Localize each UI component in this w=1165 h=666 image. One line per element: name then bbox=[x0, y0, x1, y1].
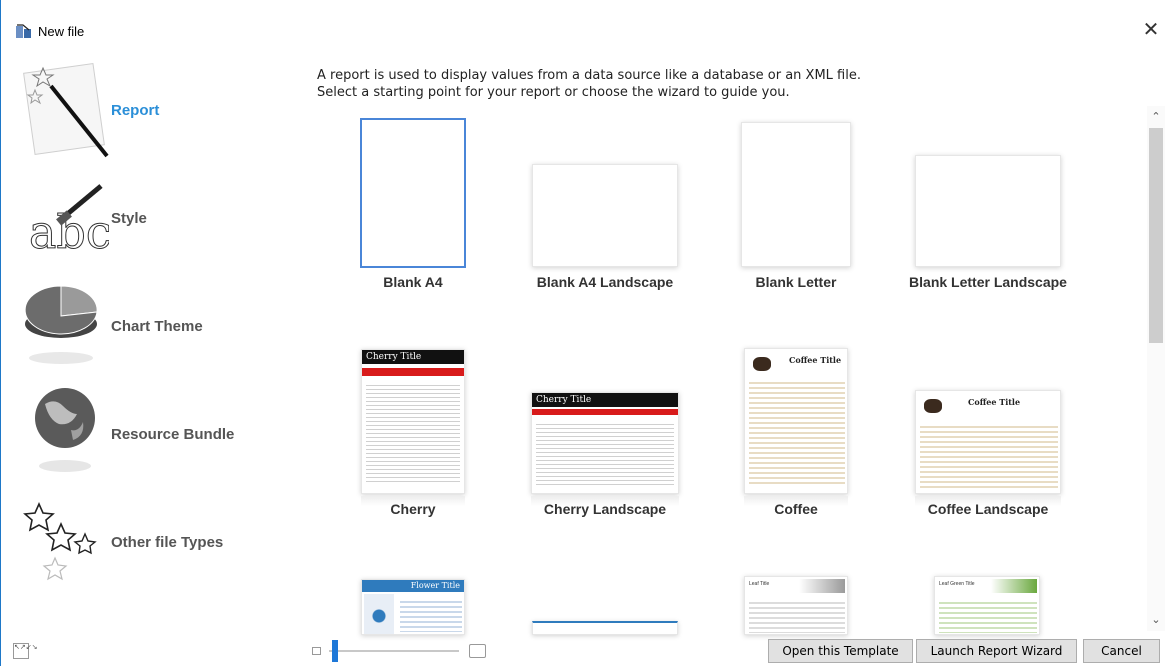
scroll-down-icon[interactable]: ⌄ bbox=[1147, 611, 1165, 629]
globe-icon bbox=[35, 388, 95, 472]
template-thumbnail: Leaf Title bbox=[744, 576, 848, 635]
template-label: Blank Letter Landscape bbox=[909, 274, 1067, 290]
zoom-out-icon[interactable] bbox=[312, 647, 321, 655]
template-thumbnail bbox=[741, 122, 851, 267]
scroll-up-icon[interactable]: ⌃ bbox=[1147, 108, 1165, 126]
thumb-table bbox=[749, 379, 845, 487]
template-label: Blank A4 Landscape bbox=[536, 274, 674, 290]
sidebar-item-report[interactable]: Report bbox=[9, 56, 279, 160]
sidebar-item-label: Resource Bundle bbox=[111, 426, 235, 443]
sidebar-item-label: Chart Theme bbox=[111, 318, 203, 335]
window-title: New file bbox=[38, 24, 85, 39]
thumb-table bbox=[920, 423, 1058, 489]
thumb-table bbox=[400, 598, 462, 632]
templates-scrollbar[interactable]: ⌃ ⌄ bbox=[1147, 106, 1165, 631]
thumb-title: Coffee Title bbox=[789, 355, 842, 365]
template-label: Coffee Landscape bbox=[927, 501, 1049, 517]
file-type-sidebar: Report abc Style Chart Theme Resource Bu… bbox=[0, 56, 285, 638]
leaf-image bbox=[799, 579, 845, 593]
zoom-slider-thumb[interactable] bbox=[332, 640, 338, 662]
zoom-slider-track[interactable] bbox=[329, 650, 459, 652]
thumb-table bbox=[749, 599, 845, 633]
template-label: Cherry bbox=[390, 501, 436, 517]
template-thumbnail bbox=[360, 118, 466, 268]
sidebar-item-other-file-types[interactable]: Other file Types bbox=[9, 488, 279, 592]
thumb-title: Cherry Title bbox=[532, 393, 678, 407]
template-thumbnail bbox=[532, 164, 678, 267]
stars-icon bbox=[23, 502, 97, 581]
template-thumbnail: Cherry Title bbox=[361, 349, 465, 494]
close-icon[interactable]: ✕ bbox=[1139, 18, 1163, 42]
open-template-button[interactable]: Open this Template bbox=[768, 639, 913, 663]
title-bar: New file ✕ bbox=[0, 0, 1165, 56]
sidebar-item-label: Style bbox=[111, 210, 147, 227]
thumb-title: Flower Title bbox=[362, 580, 464, 592]
app-icon bbox=[16, 24, 31, 38]
thumb-title: Cherry Title bbox=[362, 350, 464, 364]
pie-chart-icon bbox=[24, 285, 98, 364]
thumb-title: Coffee Title bbox=[968, 397, 1021, 407]
thumb-table bbox=[939, 599, 1037, 633]
thumb-band bbox=[362, 368, 464, 376]
template-thumbnail: Coffee Title bbox=[744, 348, 848, 494]
template-label: Blank Letter bbox=[755, 274, 837, 290]
thumb-band bbox=[532, 409, 678, 415]
template-thumbnail: Flower Title bbox=[361, 579, 465, 635]
zoom-in-icon[interactable] bbox=[469, 644, 486, 658]
template-thumbnail bbox=[532, 621, 678, 635]
fit-view-icon[interactable]: ↖↗↙↘ bbox=[13, 643, 37, 659]
coffee-beans-icon bbox=[753, 357, 771, 371]
description-line-2: Select a starting point for your report … bbox=[317, 85, 790, 100]
template-label: Blank A4 bbox=[383, 274, 443, 290]
description-line-1: A report is used to display values from … bbox=[317, 68, 861, 83]
sidebar-item-label: Report bbox=[111, 102, 160, 119]
template-thumbnail: Cherry Title bbox=[531, 392, 679, 494]
leaf-image bbox=[991, 579, 1037, 593]
description-text: A report is used to display values from … bbox=[317, 67, 861, 101]
bottom-bar: ↖↗↙↘ Open this Template Launch Report Wi… bbox=[0, 638, 1165, 666]
thumb-table bbox=[536, 421, 674, 485]
launch-wizard-button[interactable]: Launch Report Wizard bbox=[916, 639, 1077, 663]
coffee-beans-icon bbox=[924, 399, 942, 413]
cancel-button[interactable]: Cancel bbox=[1083, 639, 1160, 663]
thumb-title: Leaf Title bbox=[749, 581, 770, 587]
sidebar-item-style[interactable]: abc Style bbox=[9, 164, 279, 268]
wand-icon bbox=[23, 62, 109, 158]
abc-brush-icon: abc bbox=[29, 184, 109, 260]
template-thumbnail bbox=[915, 155, 1061, 267]
template-label: Cherry Landscape bbox=[543, 501, 667, 517]
thumb-title: Leaf Green Title bbox=[939, 581, 975, 587]
thumb-table bbox=[366, 382, 460, 482]
template-thumbnail: Coffee Title bbox=[915, 390, 1061, 494]
sidebar-item-resource-bundle[interactable]: Resource Bundle bbox=[9, 380, 279, 484]
template-thumbnail: Leaf Green Title bbox=[934, 576, 1040, 635]
sidebar-item-chart-theme[interactable]: Chart Theme bbox=[9, 272, 279, 376]
scroll-thumb[interactable] bbox=[1149, 128, 1163, 343]
template-label: Coffee bbox=[774, 501, 818, 517]
flower-image bbox=[364, 594, 394, 634]
sidebar-item-label: Other file Types bbox=[111, 534, 224, 551]
